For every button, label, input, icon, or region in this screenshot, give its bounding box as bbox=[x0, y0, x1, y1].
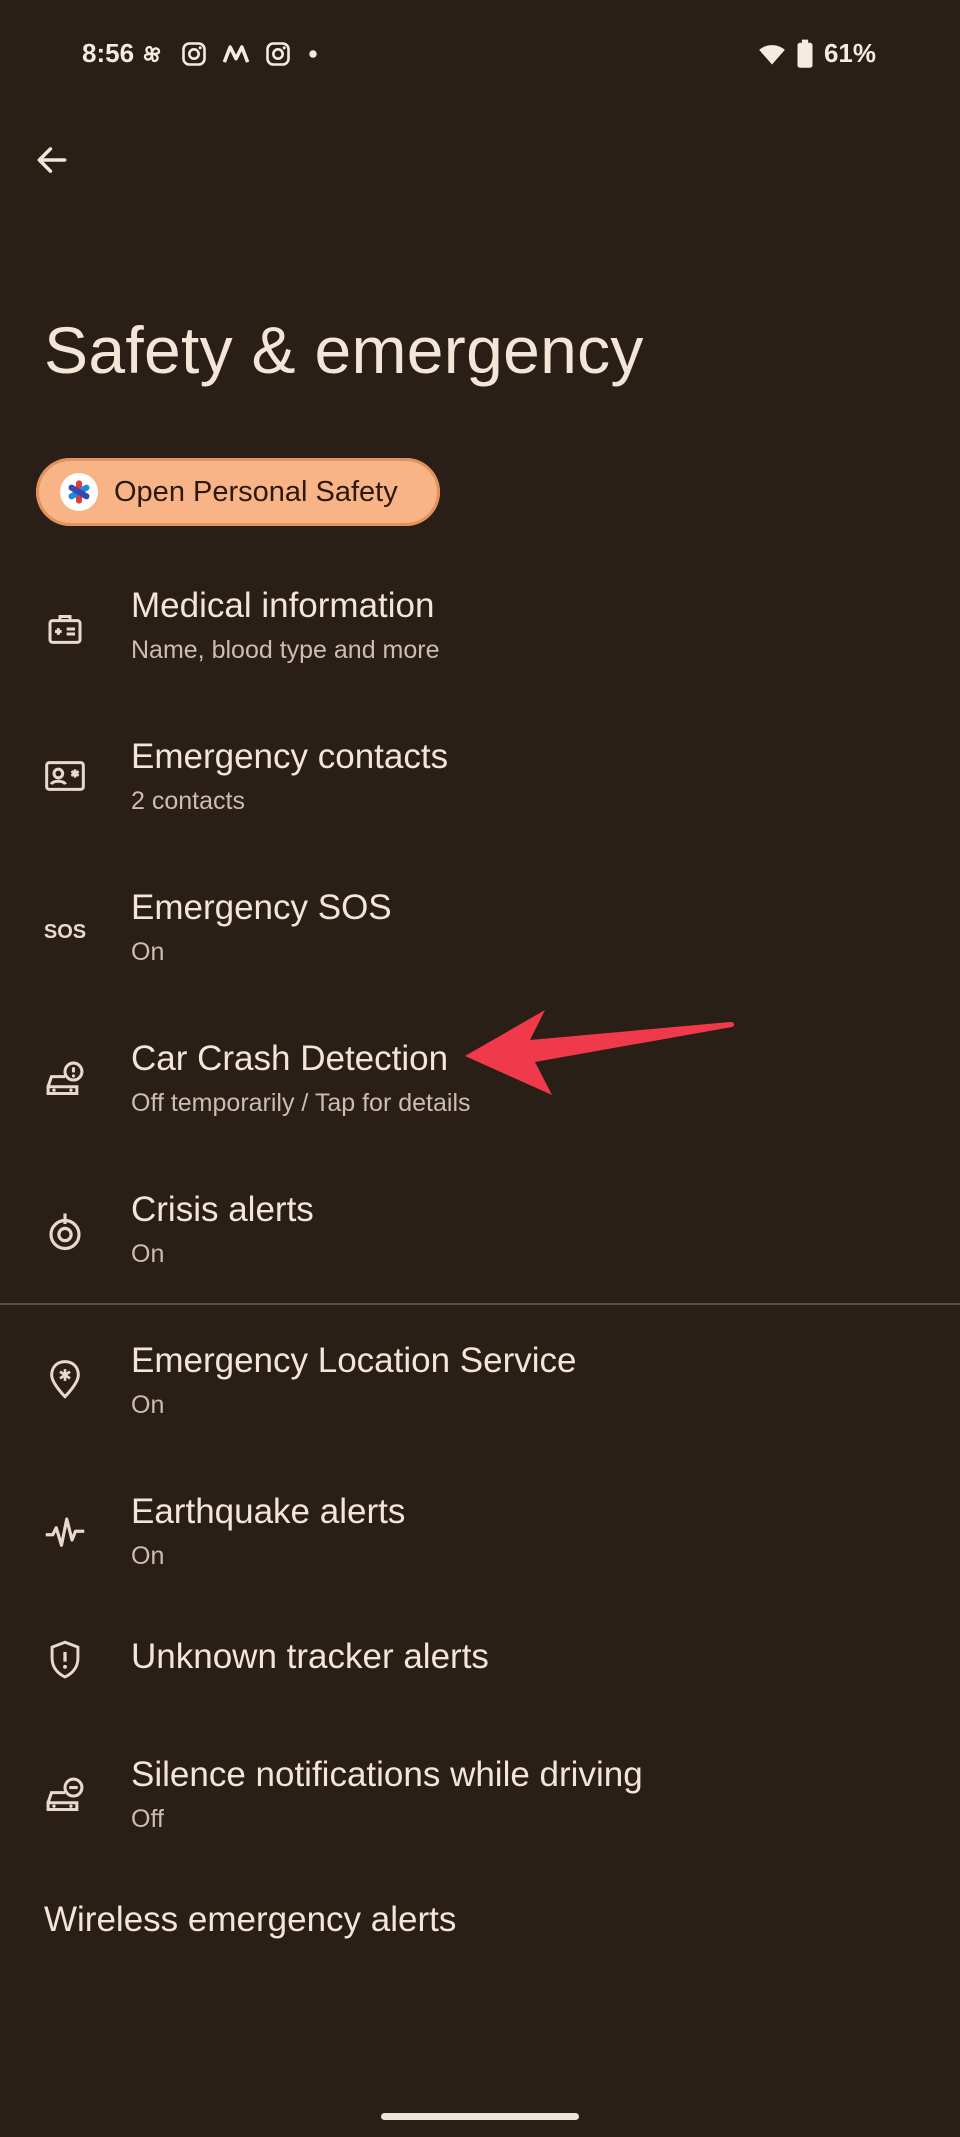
item-title: Silence notifications while driving bbox=[131, 1755, 643, 1794]
item-subtitle: On bbox=[131, 938, 165, 966]
arrow-back-icon bbox=[37, 147, 67, 173]
earthquake-alerts-item[interactable]: Earthquake alerts On bbox=[0, 1470, 960, 1610]
personal-safety-logo-icon bbox=[60, 473, 98, 511]
item-title: Earthquake alerts bbox=[131, 1492, 406, 1531]
pinwheel-icon bbox=[143, 45, 161, 63]
item-title: Medical information bbox=[131, 586, 435, 625]
status-bar: 8:56 61% bbox=[0, 0, 960, 110]
system-status-icons: 61% bbox=[758, 38, 876, 69]
instagram-icon bbox=[182, 42, 206, 66]
personal-safety-label: Open Personal Safety bbox=[114, 475, 398, 508]
item-subtitle: On bbox=[131, 1542, 165, 1570]
medical-kit-icon bbox=[40, 604, 90, 654]
page-title: Safety & emergency bbox=[44, 313, 644, 387]
item-title: Crisis alerts bbox=[131, 1190, 314, 1229]
item-title: Emergency Location Service bbox=[131, 1341, 577, 1380]
item-subtitle: On bbox=[131, 1240, 165, 1268]
shield-alert-icon bbox=[40, 1635, 90, 1685]
item-subtitle: Off temporarily / Tap for details bbox=[131, 1089, 471, 1117]
car-crash-icon bbox=[40, 1055, 90, 1105]
car-crash-detection-item[interactable]: Car Crash Detection Off temporarily / Ta… bbox=[0, 1017, 960, 1157]
back-button[interactable] bbox=[28, 136, 76, 184]
silence-notifications-driving-item[interactable]: Silence notifications while driving Off bbox=[0, 1735, 960, 1875]
item-subtitle: Name, blood type and more bbox=[131, 636, 440, 664]
wireless-emergency-alerts-item[interactable]: Wireless emergency alerts bbox=[44, 1900, 456, 1940]
item-title: Unknown tracker alerts bbox=[131, 1637, 489, 1676]
contact-card-icon bbox=[40, 751, 90, 801]
item-subtitle: On bbox=[131, 1391, 165, 1419]
open-personal-safety-button[interactable]: Open Personal Safety bbox=[36, 458, 440, 526]
item-subtitle: 2 contacts bbox=[131, 787, 245, 815]
more-notifications-dot-icon bbox=[309, 50, 317, 58]
emergency-contacts-item[interactable]: Emergency contacts 2 contacts bbox=[0, 715, 960, 855]
location-asterisk-icon bbox=[40, 1355, 90, 1405]
item-title: Emergency contacts bbox=[131, 737, 449, 776]
notification-icons bbox=[138, 40, 320, 68]
item-title: Car Crash Detection bbox=[131, 1039, 449, 1078]
seismic-wave-icon bbox=[40, 1508, 90, 1558]
instagram-icon bbox=[266, 42, 290, 66]
crisis-alert-icon bbox=[40, 1206, 90, 1256]
status-time: 8:56 bbox=[82, 38, 135, 68]
medical-information-item[interactable]: Medical information Name, blood type and… bbox=[0, 564, 960, 704]
emergency-location-service-item[interactable]: Emergency Location Service On bbox=[0, 1319, 960, 1459]
item-subtitle: Off bbox=[131, 1805, 164, 1833]
item-title: Emergency SOS bbox=[131, 888, 392, 927]
battery-icon bbox=[797, 39, 813, 68]
sos-icon: SOS bbox=[40, 906, 90, 956]
wifi-icon bbox=[759, 44, 785, 64]
car-minus-icon bbox=[40, 1771, 90, 1821]
section-divider bbox=[0, 1303, 960, 1305]
medium-icon bbox=[222, 45, 250, 63]
crisis-alerts-item[interactable]: Crisis alerts On bbox=[0, 1168, 960, 1308]
emergency-sos-item[interactable]: SOS Emergency SOS On bbox=[0, 866, 960, 1006]
gesture-nav-handle[interactable] bbox=[381, 2113, 579, 2120]
battery-percentage: 61% bbox=[823, 38, 876, 68]
svg-text:SOS: SOS bbox=[44, 921, 86, 943]
